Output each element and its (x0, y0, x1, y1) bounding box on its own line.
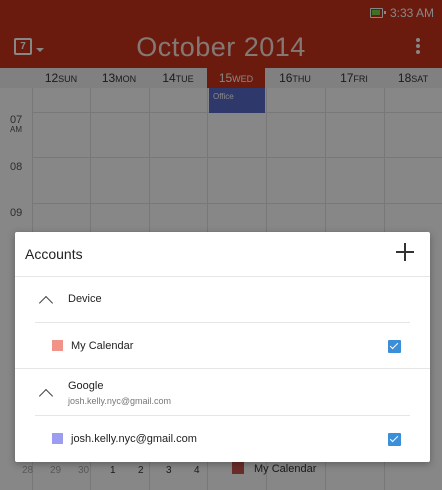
section-account-email: josh.kelly.nyc@gmail.com (68, 396, 171, 406)
chevron-up-icon[interactable] (38, 295, 54, 311)
calendar-row-my-calendar[interactable]: My Calendar (15, 322, 430, 368)
calendar-name: josh.kelly.nyc@gmail.com (71, 433, 197, 445)
section-name: Device (68, 293, 102, 305)
chevron-up-icon[interactable] (38, 388, 54, 404)
calendar-color-swatch (52, 340, 63, 351)
section-device[interactable]: Device (15, 276, 430, 322)
calendar-row-google[interactable]: josh.kelly.nyc@gmail.com (15, 415, 430, 462)
calendar-name: My Calendar (71, 340, 134, 352)
section-name: Google (68, 380, 104, 392)
dialog-title: Accounts (25, 246, 83, 262)
calendar-checkbox[interactable] (388, 340, 401, 353)
section-google[interactable]: Google josh.kelly.nyc@gmail.com (15, 368, 430, 415)
calendar-checkbox[interactable] (388, 433, 401, 446)
calendar-color-swatch (52, 433, 63, 444)
add-account-icon[interactable] (396, 243, 414, 261)
accounts-dialog: Accounts Device My Calendar Google josh.… (15, 232, 430, 462)
